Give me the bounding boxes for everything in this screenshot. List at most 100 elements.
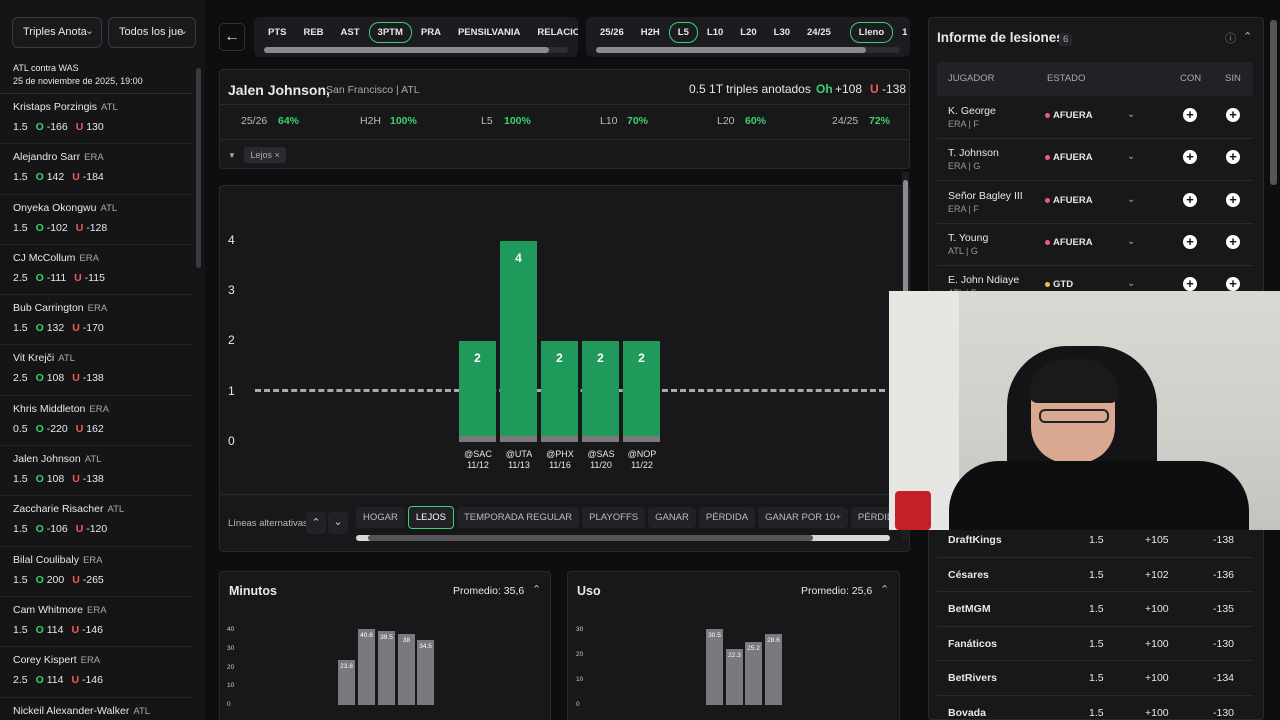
- sidebar-scrollbar[interactable]: [196, 68, 201, 268]
- chevron-down-icon[interactable]: ⌄: [1127, 278, 1135, 289]
- mode-tab[interactable]: Lleno: [849, 22, 894, 43]
- tab-25-26[interactable]: 25/26: [592, 23, 632, 42]
- tab-l30[interactable]: L30: [766, 23, 798, 42]
- tab-pra[interactable]: PRA: [413, 23, 449, 42]
- player-row[interactable]: Bub Carrington ERA 1.5 O 132 U -170: [0, 295, 193, 346]
- collapse-icon[interactable]: ⌃: [880, 583, 889, 596]
- mini-bar[interactable]: 38: [398, 633, 415, 705]
- stat-tabs-scrollbar[interactable]: [264, 47, 568, 53]
- chevron-down-icon[interactable]: ⌄: [1127, 236, 1135, 247]
- chevron-down-icon[interactable]: ⌄: [1127, 194, 1135, 205]
- range-tabs-scrollbar[interactable]: [596, 47, 900, 53]
- filter-chip[interactable]: Lejos ×: [244, 147, 286, 163]
- sportsbook-row[interactable]: BetMGM 1.5 +100 -135: [937, 592, 1253, 627]
- bar[interactable]: 4: [500, 240, 537, 442]
- tab-l5[interactable]: L5: [668, 22, 698, 43]
- sportsbook-row[interactable]: BetRivers 1.5 +100 -134: [937, 661, 1253, 696]
- player-odds: 1.5 O -106 U -120: [13, 523, 180, 535]
- with-plus-icon[interactable]: +: [1183, 150, 1197, 165]
- chevron-down-icon[interactable]: ⌄: [1127, 151, 1135, 162]
- split-tab[interactable]: GANAR: [648, 507, 696, 528]
- without-plus-icon[interactable]: +: [1226, 234, 1240, 249]
- mini-bar[interactable]: 39.5: [378, 630, 395, 705]
- split-tab[interactable]: PÉRDIDA: [698, 507, 756, 528]
- mini-bar[interactable]: 28.6: [765, 633, 782, 705]
- hit-period[interactable]: 24/25: [832, 115, 858, 127]
- back-button[interactable]: ←: [219, 23, 245, 51]
- tab-ast[interactable]: AST: [333, 23, 368, 42]
- player-row[interactable]: Bilal Coulibaly ERA 1.5 O 200 U -265: [0, 547, 193, 597]
- split-tab[interactable]: LEJOS: [407, 506, 454, 529]
- tab-l10[interactable]: L10: [699, 23, 731, 42]
- split-tab[interactable]: PLAYOFFS: [582, 507, 646, 528]
- sportsbook-row[interactable]: Bovada 1.5 +100 -130: [937, 696, 1253, 720]
- split-tab[interactable]: GANAR POR 10+: [758, 507, 848, 528]
- sportsbook-row[interactable]: Césares 1.5 +102 -136: [937, 558, 1253, 593]
- tab-h2h[interactable]: H2H: [633, 23, 668, 42]
- alt-down-button[interactable]: ⌄: [328, 512, 348, 534]
- tab-pensilvania[interactable]: PENSILVANIA: [450, 23, 528, 42]
- player-row[interactable]: Kristaps Porzingis ATL 1.5 O -166 U 130: [0, 94, 193, 145]
- player-row[interactable]: Alejandro Sarr ERA 1.5 O 142 U -184: [0, 144, 193, 195]
- line-value: 1.5: [13, 121, 28, 133]
- with-plus-icon[interactable]: +: [1183, 234, 1197, 249]
- under-odds: U -146: [71, 623, 103, 636]
- without-plus-icon[interactable]: +: [1226, 192, 1240, 207]
- player-row[interactable]: Vit Krejči ATL 2.5 O 108 U -138: [0, 345, 193, 396]
- collapse-icon[interactable]: ⌃: [1243, 30, 1252, 43]
- split-scrollbar[interactable]: [356, 535, 890, 541]
- without-plus-icon[interactable]: +: [1226, 150, 1240, 165]
- bar[interactable]: 2: [541, 341, 578, 442]
- bar[interactable]: 2: [582, 341, 619, 442]
- mini-bar[interactable]: 34.5: [417, 640, 434, 705]
- split-tab[interactable]: HOGAR: [356, 507, 405, 528]
- chevron-down-icon[interactable]: ⌄: [1127, 109, 1135, 120]
- mini-bar[interactable]: 30.5: [706, 628, 723, 705]
- bar[interactable]: 2: [459, 341, 496, 442]
- player-row[interactable]: Nickeil Alexander-Walker ATL: [0, 698, 193, 720]
- player-row[interactable]: Corey Kispert ERA 2.5 O 114 U -146: [0, 647, 193, 698]
- tab-reb[interactable]: REB: [295, 23, 331, 42]
- injured-player: T. Young: [948, 231, 989, 244]
- mini-bar[interactable]: 40.6: [358, 628, 375, 705]
- player-row-head: Alejandro Sarr ERA: [13, 151, 180, 163]
- mini-bar[interactable]: 23.8: [338, 660, 355, 705]
- split-tab[interactable]: PÉRDIDA POR 10+: [850, 507, 890, 528]
- page-scrollbar[interactable]: [1270, 20, 1277, 185]
- player-row[interactable]: CJ McCollum ERA 2.5 O -111 U -115: [0, 245, 193, 296]
- mode-tab[interactable]: 1 ho: [894, 23, 910, 42]
- prop-type-select[interactable]: Triples Anota ⌄: [12, 17, 102, 48]
- hit-period[interactable]: L10: [600, 115, 618, 127]
- hit-period[interactable]: H2H: [360, 115, 381, 127]
- tab-l20[interactable]: L20: [732, 23, 764, 42]
- tab-relaciones-i[interactable]: RELACIONES I: [529, 23, 578, 42]
- hit-period[interactable]: L20: [717, 115, 735, 127]
- remove-filter-icon[interactable]: ×: [274, 150, 279, 160]
- without-plus-icon[interactable]: +: [1226, 277, 1240, 292]
- alt-up-button[interactable]: ⌃: [306, 512, 326, 534]
- with-plus-icon[interactable]: +: [1183, 192, 1197, 207]
- book-line: 1.5: [1089, 534, 1104, 546]
- tab-3ptm[interactable]: 3PTM: [368, 22, 412, 43]
- player-row[interactable]: Khris Middleton ERA 0.5 O -220 U 162: [0, 396, 193, 447]
- collapse-icon[interactable]: ⌃: [532, 583, 541, 596]
- with-plus-icon[interactable]: +: [1183, 108, 1197, 122]
- with-plus-icon[interactable]: +: [1183, 277, 1197, 292]
- info-icon[interactable]: ⓘ: [1225, 30, 1236, 46]
- tab-24-25[interactable]: 24/25: [799, 23, 839, 42]
- hit-period[interactable]: 25/26: [241, 115, 267, 127]
- player-row[interactable]: Zaccharie Risacher ATL 1.5 O -106 U -120: [0, 496, 193, 547]
- sportsbook-row[interactable]: Fanáticos 1.5 +100 -130: [937, 627, 1253, 662]
- mini-bar[interactable]: 22.3: [726, 649, 743, 705]
- tab-pts[interactable]: PTS: [260, 23, 294, 42]
- bar[interactable]: 2: [623, 341, 660, 442]
- player-row[interactable]: Cam Whitmore ERA 1.5 O 114 U -146: [0, 597, 193, 648]
- hit-period[interactable]: L5: [481, 115, 493, 127]
- players-select[interactable]: Todos los jue ⌄: [108, 17, 196, 48]
- mini-bar[interactable]: 25.2: [745, 642, 762, 705]
- without-plus-icon[interactable]: +: [1226, 108, 1240, 122]
- line-value: 1.5: [13, 322, 28, 335]
- split-tab[interactable]: TEMPORADA REGULAR: [456, 507, 580, 528]
- player-row[interactable]: Onyeka Okongwu ATL 1.5 O -102 U -128: [0, 195, 193, 245]
- player-row[interactable]: Jalen Johnson ATL 1.5 O 108 U -138: [0, 446, 193, 497]
